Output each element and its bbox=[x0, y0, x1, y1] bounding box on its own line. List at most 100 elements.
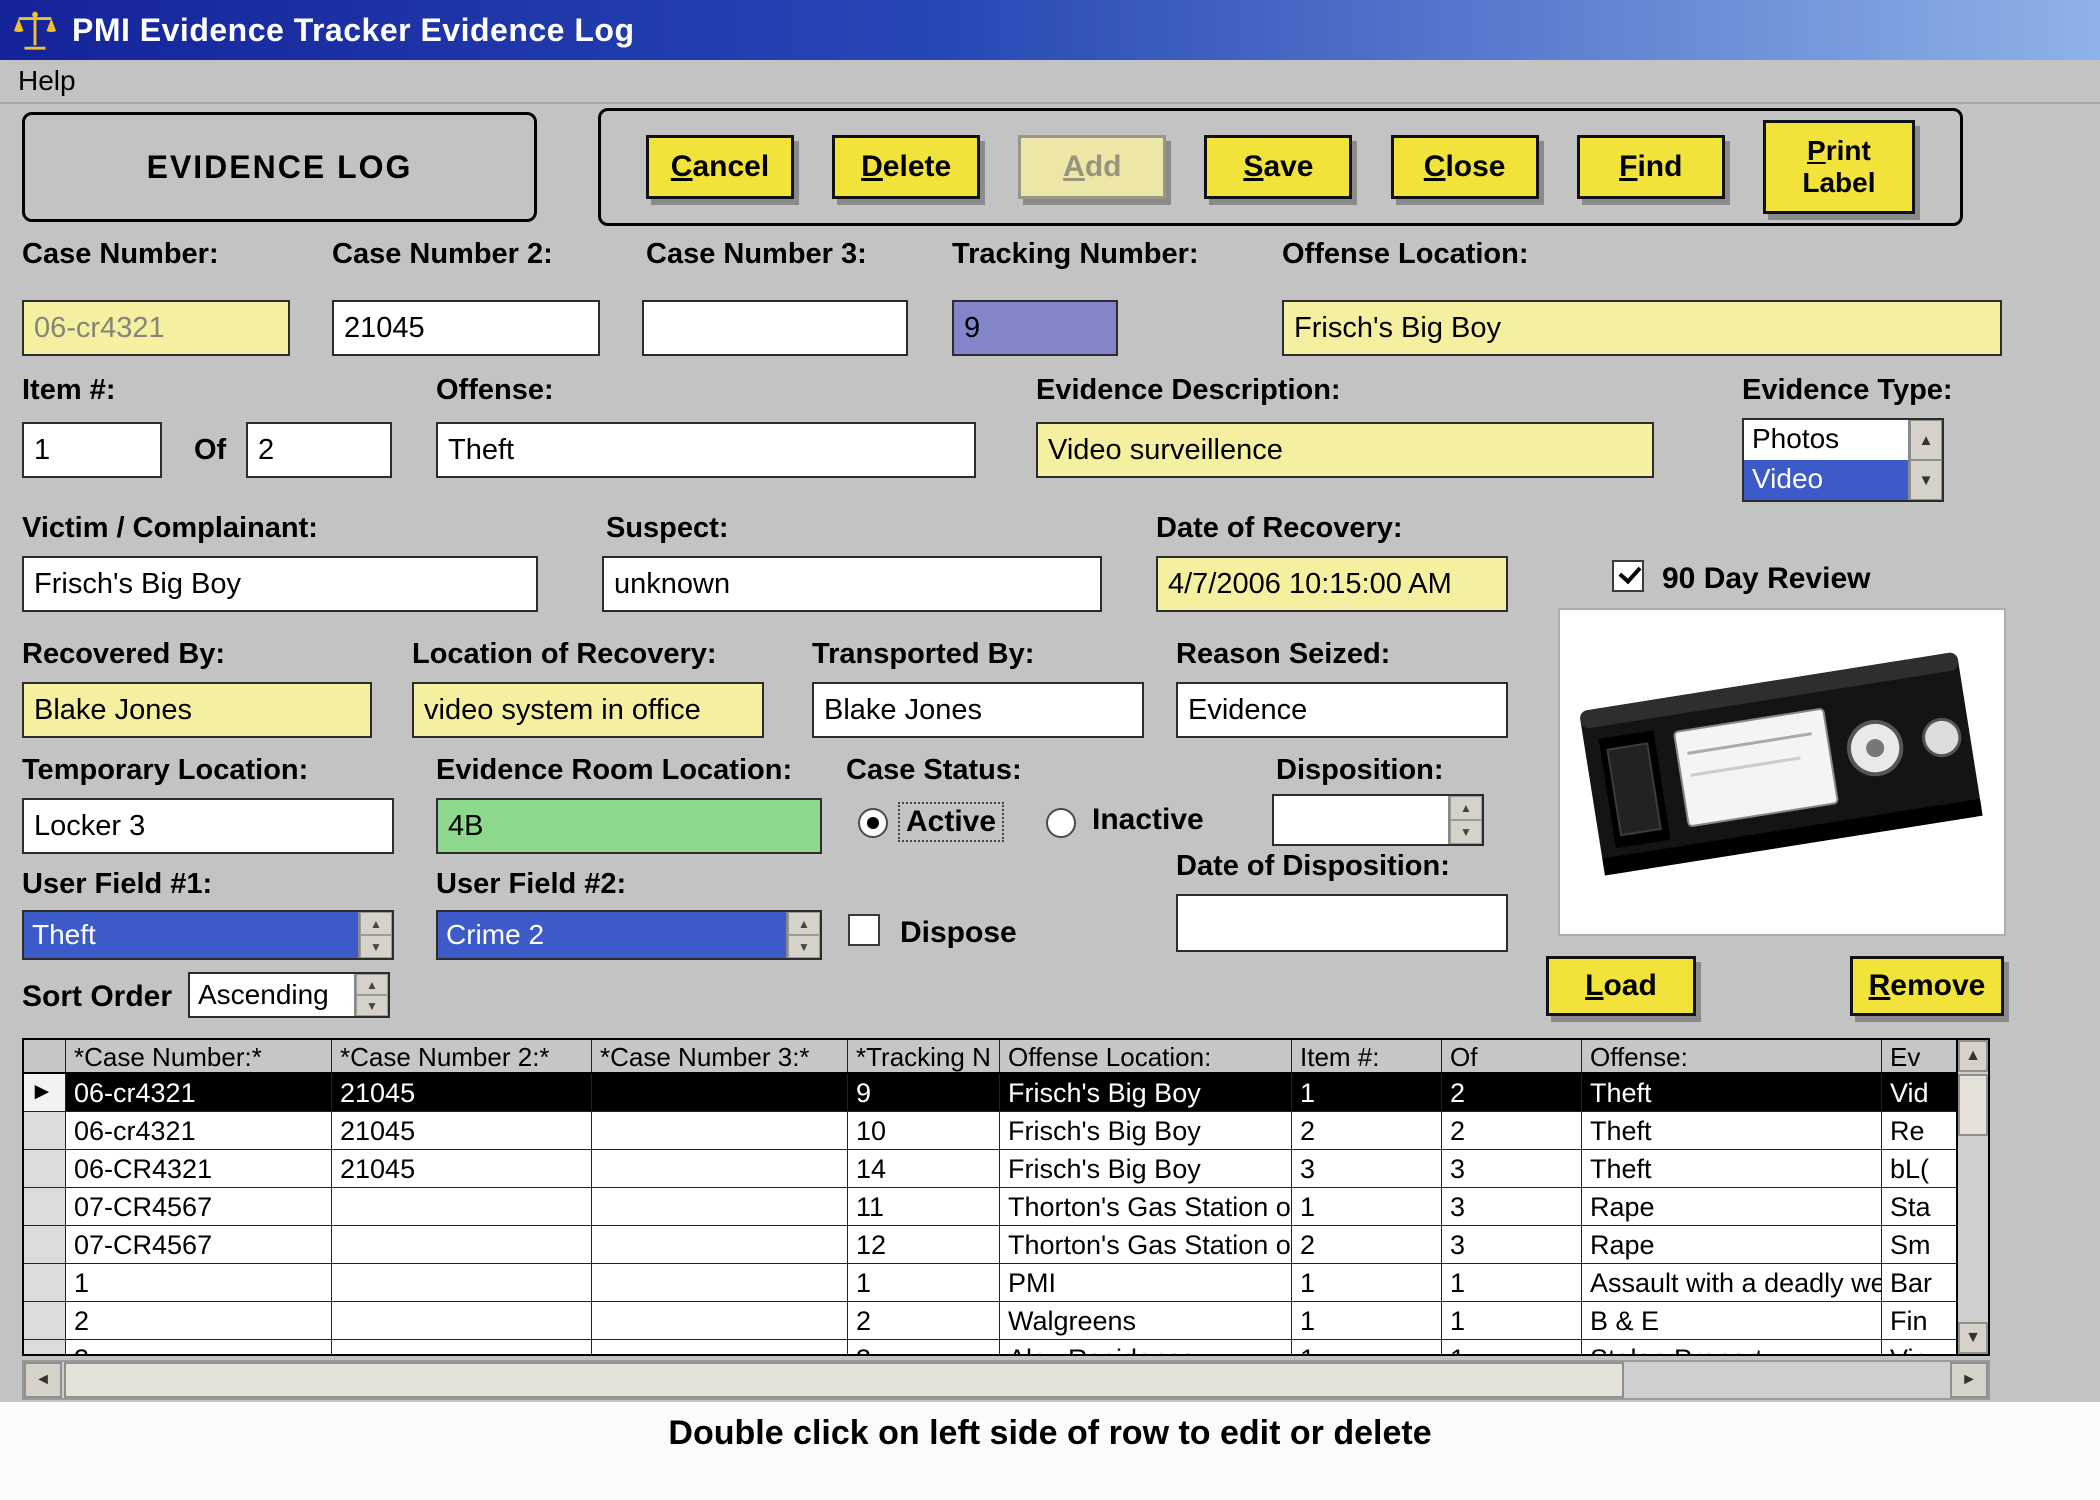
case-status-active-label[interactable]: Active bbox=[898, 802, 1004, 842]
cell[interactable] bbox=[332, 1340, 592, 1356]
spinner-icon[interactable]: ▲▼ bbox=[1448, 796, 1482, 844]
dispose-checkbox[interactable] bbox=[848, 914, 880, 946]
cell[interactable]: Sm bbox=[1882, 1226, 1960, 1264]
user-field-2-combo[interactable]: Crime 2 ▲▼ bbox=[436, 910, 822, 960]
remove-button[interactable]: Remove bbox=[1850, 956, 2004, 1016]
cell[interactable]: PMI bbox=[1000, 1264, 1292, 1302]
evidence-type-listbox[interactable]: Photos Video ▲ ▼ bbox=[1742, 418, 1944, 502]
item-number-input[interactable]: 1 bbox=[22, 422, 162, 478]
cell[interactable] bbox=[592, 1264, 848, 1302]
cell[interactable]: 1 bbox=[1442, 1264, 1582, 1302]
table-row[interactable]: 06-cr43212104510Frisch's Big Boy22TheftR… bbox=[24, 1112, 1960, 1150]
cell[interactable]: 1 bbox=[66, 1264, 332, 1302]
scroll-up-icon[interactable]: ▲ bbox=[1910, 420, 1942, 460]
cell[interactable]: Theft bbox=[1582, 1150, 1882, 1188]
cell[interactable]: Theft bbox=[1582, 1074, 1882, 1112]
row-selector[interactable] bbox=[24, 1112, 66, 1150]
cell[interactable]: 21045 bbox=[332, 1150, 592, 1188]
cell[interactable]: 12 bbox=[848, 1226, 1000, 1264]
cancel-button[interactable]: Cancel bbox=[646, 135, 794, 199]
close-button[interactable]: Close bbox=[1391, 135, 1539, 199]
case-number-2-input[interactable]: 21045 bbox=[332, 300, 600, 356]
reason-seized-input[interactable]: Evidence bbox=[1176, 682, 1508, 738]
cell[interactable] bbox=[592, 1112, 848, 1150]
evidence-type-option-video[interactable]: Video bbox=[1744, 460, 1908, 500]
cell[interactable]: 2 bbox=[1442, 1074, 1582, 1112]
column-header[interactable]: Item #: bbox=[1292, 1040, 1442, 1072]
delete-button[interactable]: Delete bbox=[832, 135, 980, 199]
cell[interactable]: 3 bbox=[1442, 1188, 1582, 1226]
cell[interactable]: 2 bbox=[1442, 1112, 1582, 1150]
cell[interactable] bbox=[592, 1074, 848, 1112]
scroll-right-icon[interactable]: ► bbox=[1950, 1362, 1988, 1398]
case-status-inactive-label[interactable]: Inactive bbox=[1086, 802, 1210, 838]
column-header[interactable]: Of bbox=[1442, 1040, 1582, 1072]
column-header[interactable]: *Case Number:* bbox=[66, 1040, 332, 1072]
cell[interactable]: Frisch's Big Boy bbox=[1000, 1150, 1292, 1188]
cell[interactable]: Frisch's Big Boy bbox=[1000, 1074, 1292, 1112]
table-row[interactable]: ►06-cr4321210459Frisch's Big Boy12TheftV… bbox=[24, 1074, 1960, 1112]
scrollbar-thumb[interactable] bbox=[1958, 1074, 1988, 1136]
cell[interactable]: B & E bbox=[1582, 1302, 1882, 1340]
case-status-active-radio[interactable] bbox=[858, 808, 888, 838]
cell[interactable] bbox=[332, 1264, 592, 1302]
scrollbar-thumb[interactable] bbox=[64, 1362, 1624, 1398]
scroll-left-icon[interactable]: ◄ bbox=[24, 1362, 62, 1398]
cell[interactable]: 2 bbox=[1292, 1226, 1442, 1264]
row-selector[interactable] bbox=[24, 1302, 66, 1340]
cell[interactable]: 1 bbox=[848, 1264, 1000, 1302]
cell[interactable]: Rape bbox=[1582, 1226, 1882, 1264]
cell[interactable]: bL( bbox=[1882, 1150, 1960, 1188]
row-selector[interactable] bbox=[24, 1188, 66, 1226]
case-status-inactive-radio[interactable] bbox=[1046, 808, 1076, 838]
row-selector[interactable] bbox=[24, 1264, 66, 1302]
cell[interactable]: 3 bbox=[1442, 1226, 1582, 1264]
cell[interactable]: Vir bbox=[1882, 1340, 1960, 1356]
cell[interactable]: Bar bbox=[1882, 1264, 1960, 1302]
cell[interactable]: 2 bbox=[848, 1302, 1000, 1340]
table-row[interactable]: 22Walgreens11B & EFin bbox=[24, 1302, 1960, 1340]
sort-order-combo[interactable]: Ascending ▲▼ bbox=[188, 972, 390, 1018]
evidence-description-input[interactable]: Video surveillence bbox=[1036, 422, 1654, 478]
transported-by-input[interactable]: Blake Jones bbox=[812, 682, 1144, 738]
cell[interactable]: 9 bbox=[848, 1074, 1000, 1112]
cell[interactable] bbox=[332, 1188, 592, 1226]
cell[interactable]: Fin bbox=[1882, 1302, 1960, 1340]
cell[interactable]: 1 bbox=[1292, 1302, 1442, 1340]
current-row-marker-icon[interactable]: ► bbox=[24, 1074, 66, 1112]
scroll-up-icon[interactable]: ▲ bbox=[1958, 1040, 1988, 1072]
cell[interactable] bbox=[592, 1226, 848, 1264]
cell[interactable]: 1 bbox=[1442, 1302, 1582, 1340]
cell[interactable] bbox=[332, 1226, 592, 1264]
cell[interactable]: Assault with a deadly we bbox=[1582, 1264, 1882, 1302]
cell[interactable]: 21045 bbox=[332, 1074, 592, 1112]
row-selector[interactable] bbox=[24, 1150, 66, 1188]
cell[interactable]: Frisch's Big Boy bbox=[1000, 1112, 1292, 1150]
grid-vertical-scrollbar[interactable]: ▲ ▼ bbox=[1956, 1040, 1988, 1354]
cell[interactable]: 1 bbox=[1292, 1074, 1442, 1112]
load-button[interactable]: Load bbox=[1546, 956, 1696, 1016]
cell[interactable]: 3 bbox=[1442, 1150, 1582, 1188]
print-label-button[interactable]: PrintLabel bbox=[1763, 120, 1915, 214]
case-number-3-input[interactable] bbox=[642, 300, 908, 356]
cell[interactable]: Thorton's Gas Station o bbox=[1000, 1226, 1292, 1264]
cell[interactable] bbox=[592, 1150, 848, 1188]
spinner-icon[interactable]: ▲▼ bbox=[358, 912, 392, 958]
cell[interactable]: 11 bbox=[848, 1188, 1000, 1226]
column-header[interactable]: *Tracking N bbox=[848, 1040, 1000, 1072]
cell[interactable]: 1 bbox=[1442, 1340, 1582, 1356]
cell[interactable]: 3 bbox=[848, 1340, 1000, 1356]
cell[interactable]: 06-cr4321 bbox=[66, 1074, 332, 1112]
evidence-type-option-photos[interactable]: Photos bbox=[1744, 420, 1908, 460]
find-button[interactable]: Find bbox=[1577, 135, 1725, 199]
cell[interactable]: 1 bbox=[1292, 1264, 1442, 1302]
tracking-number-input[interactable]: 9 bbox=[952, 300, 1118, 356]
cell[interactable]: 06-cr4321 bbox=[66, 1112, 332, 1150]
column-header[interactable]: Offense: bbox=[1582, 1040, 1882, 1072]
user-field-1-combo[interactable]: Theft ▲▼ bbox=[22, 910, 394, 960]
table-row[interactable]: 11PMI11Assault with a deadly weBar bbox=[24, 1264, 1960, 1302]
cell[interactable]: 07-CR4567 bbox=[66, 1226, 332, 1264]
ninety-day-review-checkbox[interactable] bbox=[1612, 560, 1644, 592]
cell[interactable]: 3 bbox=[1292, 1150, 1442, 1188]
table-row[interactable]: 07-CR456711Thorton's Gas Station o13Rape… bbox=[24, 1188, 1960, 1226]
